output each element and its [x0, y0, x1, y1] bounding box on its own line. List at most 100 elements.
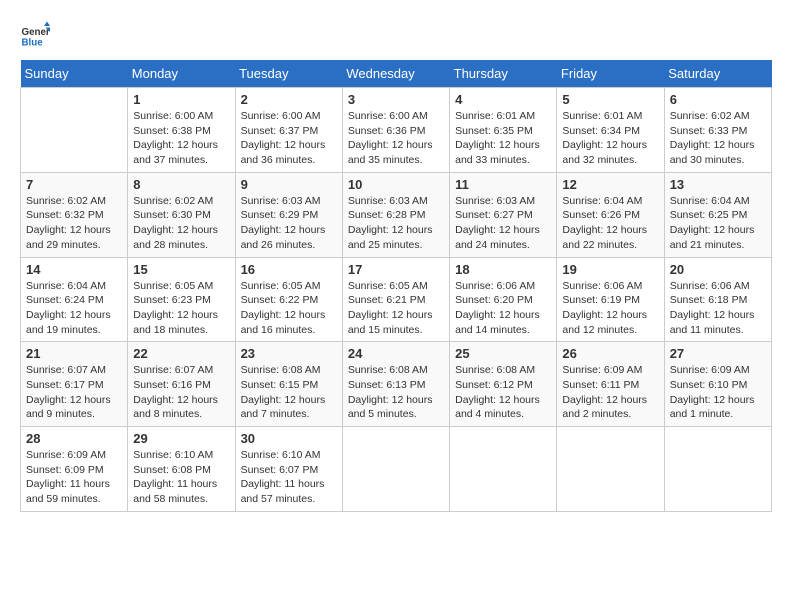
day-info: Sunrise: 6:08 AM Sunset: 6:12 PM Dayligh…	[455, 363, 551, 422]
calendar-week-row: 7Sunrise: 6:02 AM Sunset: 6:32 PM Daylig…	[21, 172, 772, 257]
day-info: Sunrise: 6:04 AM Sunset: 6:24 PM Dayligh…	[26, 279, 122, 338]
calendar-cell: 15Sunrise: 6:05 AM Sunset: 6:23 PM Dayli…	[128, 257, 235, 342]
logo-icon: General Blue	[20, 20, 50, 50]
calendar-cell: 26Sunrise: 6:09 AM Sunset: 6:11 PM Dayli…	[557, 342, 664, 427]
day-info: Sunrise: 6:05 AM Sunset: 6:21 PM Dayligh…	[348, 279, 444, 338]
day-info: Sunrise: 6:06 AM Sunset: 6:18 PM Dayligh…	[670, 279, 766, 338]
day-number: 29	[133, 431, 229, 446]
weekday-header-cell: Monday	[128, 60, 235, 88]
day-info: Sunrise: 6:05 AM Sunset: 6:22 PM Dayligh…	[241, 279, 337, 338]
calendar-cell: 10 Sunrise: 6:03 AM Sunset: 6:28 PM Dayli…	[342, 172, 449, 257]
calendar-cell: 28 Sunrise: 6:09 AM Sunset: 6:09 PM Dayli…	[21, 427, 128, 512]
calendar-cell: 4 Sunrise: 6:01 AM Sunset: 6:35 PM Daylig…	[450, 88, 557, 173]
day-info: Sunrise: 6:05 AM Sunset: 6:23 PM Dayligh…	[133, 279, 229, 338]
day-number: 28	[26, 431, 122, 446]
calendar-week-row: 28 Sunrise: 6:09 AM Sunset: 6:09 PM Dayli…	[21, 427, 772, 512]
calendar-cell: 22 Sunrise: 6:07 AM Sunset: 6:16 PM Dayli…	[128, 342, 235, 427]
weekday-header-cell: Wednesday	[342, 60, 449, 88]
day-number: 1	[133, 92, 229, 107]
calendar-cell: 2 Sunrise: 6:00 AM Sunset: 6:37 PM Daylig…	[235, 88, 342, 173]
day-number: 11	[455, 177, 551, 192]
weekday-header-row: SundayMondayTuesdayWednesdayThursdayFrid…	[21, 60, 772, 88]
day-number: 12	[562, 177, 658, 192]
calendar-cell: 30 Sunrise: 6:10 AM Sunset: 6:07 PM Dayli…	[235, 427, 342, 512]
calendar-week-row: 21 Sunrise: 6:07 AM Sunset: 6:17 PM Dayli…	[21, 342, 772, 427]
calendar-table: SundayMondayTuesdayWednesdayThursdayFrid…	[20, 60, 772, 512]
calendar-cell: 19Sunrise: 6:06 AM Sunset: 6:19 PM Dayli…	[557, 257, 664, 342]
calendar-cell: 13 Sunrise: 6:04 AM Sunset: 6:25 PM Dayli…	[664, 172, 771, 257]
day-info: Sunrise: 6:01 AM Sunset: 6:34 PM Dayligh…	[562, 109, 658, 168]
calendar-cell	[664, 427, 771, 512]
day-number: 27	[670, 346, 766, 361]
logo: General Blue	[20, 20, 50, 50]
day-info: Sunrise: 6:03 AM Sunset: 6:27 PM Dayligh…	[455, 194, 551, 253]
day-info: Sunrise: 6:02 AM Sunset: 6:30 PM Dayligh…	[133, 194, 229, 253]
day-info: Sunrise: 6:07 AM Sunset: 6:16 PM Dayligh…	[133, 363, 229, 422]
day-number: 5	[562, 92, 658, 107]
day-number: 22	[133, 346, 229, 361]
day-number: 19	[562, 262, 658, 277]
calendar-cell: 3Sunrise: 6:00 AM Sunset: 6:36 PM Daylig…	[342, 88, 449, 173]
day-number: 2	[241, 92, 337, 107]
day-number: 6	[670, 92, 766, 107]
day-info: Sunrise: 6:02 AM Sunset: 6:32 PM Dayligh…	[26, 194, 122, 253]
day-info: Sunrise: 6:03 AM Sunset: 6:28 PM Dayligh…	[348, 194, 444, 253]
svg-text:General: General	[22, 27, 51, 38]
day-info: Sunrise: 6:08 AM Sunset: 6:15 PM Dayligh…	[241, 363, 337, 422]
calendar-cell: 7Sunrise: 6:02 AM Sunset: 6:32 PM Daylig…	[21, 172, 128, 257]
calendar-cell: 20 Sunrise: 6:06 AM Sunset: 6:18 PM Dayli…	[664, 257, 771, 342]
calendar-cell: 11 Sunrise: 6:03 AM Sunset: 6:27 PM Dayli…	[450, 172, 557, 257]
weekday-header-cell: Tuesday	[235, 60, 342, 88]
calendar-cell: 12Sunrise: 6:04 AM Sunset: 6:26 PM Dayli…	[557, 172, 664, 257]
calendar-cell: 9Sunrise: 6:03 AM Sunset: 6:29 PM Daylig…	[235, 172, 342, 257]
calendar-cell: 18 Sunrise: 6:06 AM Sunset: 6:20 PM Dayli…	[450, 257, 557, 342]
calendar-cell: 27 Sunrise: 6:09 AM Sunset: 6:10 PM Dayli…	[664, 342, 771, 427]
calendar-cell: 24 Sunrise: 6:08 AM Sunset: 6:13 PM Dayli…	[342, 342, 449, 427]
day-number: 16	[241, 262, 337, 277]
weekday-header-cell: Thursday	[450, 60, 557, 88]
day-number: 30	[241, 431, 337, 446]
calendar-week-row: 14 Sunrise: 6:04 AM Sunset: 6:24 PM Dayli…	[21, 257, 772, 342]
calendar-cell: 8 Sunrise: 6:02 AM Sunset: 6:30 PM Daylig…	[128, 172, 235, 257]
day-number: 24	[348, 346, 444, 361]
day-info: Sunrise: 6:07 AM Sunset: 6:17 PM Dayligh…	[26, 363, 122, 422]
day-info: Sunrise: 6:09 AM Sunset: 6:09 PM Dayligh…	[26, 448, 122, 507]
day-info: Sunrise: 6:08 AM Sunset: 6:13 PM Dayligh…	[348, 363, 444, 422]
day-number: 8	[133, 177, 229, 192]
calendar-cell: 5 Sunrise: 6:01 AM Sunset: 6:34 PM Daylig…	[557, 88, 664, 173]
calendar-cell: 1 Sunrise: 6:00 AM Sunset: 6:38 PM Daylig…	[128, 88, 235, 173]
day-info: Sunrise: 6:00 AM Sunset: 6:38 PM Dayligh…	[133, 109, 229, 168]
day-info: Sunrise: 6:02 AM Sunset: 6:33 PM Dayligh…	[670, 109, 766, 168]
day-info: Sunrise: 6:04 AM Sunset: 6:25 PM Dayligh…	[670, 194, 766, 253]
day-info: Sunrise: 6:10 AM Sunset: 6:08 PM Dayligh…	[133, 448, 229, 507]
day-info: Sunrise: 6:10 AM Sunset: 6:07 PM Dayligh…	[241, 448, 337, 507]
day-number: 10	[348, 177, 444, 192]
day-number: 25	[455, 346, 551, 361]
day-number: 4	[455, 92, 551, 107]
day-number: 13	[670, 177, 766, 192]
calendar-cell: 29 Sunrise: 6:10 AM Sunset: 6:08 PM Dayli…	[128, 427, 235, 512]
calendar-week-row: 1 Sunrise: 6:00 AM Sunset: 6:38 PM Daylig…	[21, 88, 772, 173]
day-info: Sunrise: 6:00 AM Sunset: 6:37 PM Dayligh…	[241, 109, 337, 168]
day-info: Sunrise: 6:01 AM Sunset: 6:35 PM Dayligh…	[455, 109, 551, 168]
day-number: 17	[348, 262, 444, 277]
day-number: 26	[562, 346, 658, 361]
day-number: 20	[670, 262, 766, 277]
calendar-cell	[450, 427, 557, 512]
calendar-cell: 14 Sunrise: 6:04 AM Sunset: 6:24 PM Dayli…	[21, 257, 128, 342]
calendar-cell: 6 Sunrise: 6:02 AM Sunset: 6:33 PM Daylig…	[664, 88, 771, 173]
day-number: 21	[26, 346, 122, 361]
calendar-body: 1 Sunrise: 6:00 AM Sunset: 6:38 PM Daylig…	[21, 88, 772, 512]
weekday-header-cell: Saturday	[664, 60, 771, 88]
day-info: Sunrise: 6:06 AM Sunset: 6:20 PM Dayligh…	[455, 279, 551, 338]
day-info: Sunrise: 6:09 AM Sunset: 6:10 PM Dayligh…	[670, 363, 766, 422]
page-header: General Blue	[20, 20, 772, 50]
calendar-cell	[557, 427, 664, 512]
weekday-header-cell: Sunday	[21, 60, 128, 88]
day-number: 18	[455, 262, 551, 277]
day-info: Sunrise: 6:00 AM Sunset: 6:36 PM Dayligh…	[348, 109, 444, 168]
calendar-cell	[21, 88, 128, 173]
day-number: 14	[26, 262, 122, 277]
day-number: 9	[241, 177, 337, 192]
calendar-cell: 21 Sunrise: 6:07 AM Sunset: 6:17 PM Dayli…	[21, 342, 128, 427]
